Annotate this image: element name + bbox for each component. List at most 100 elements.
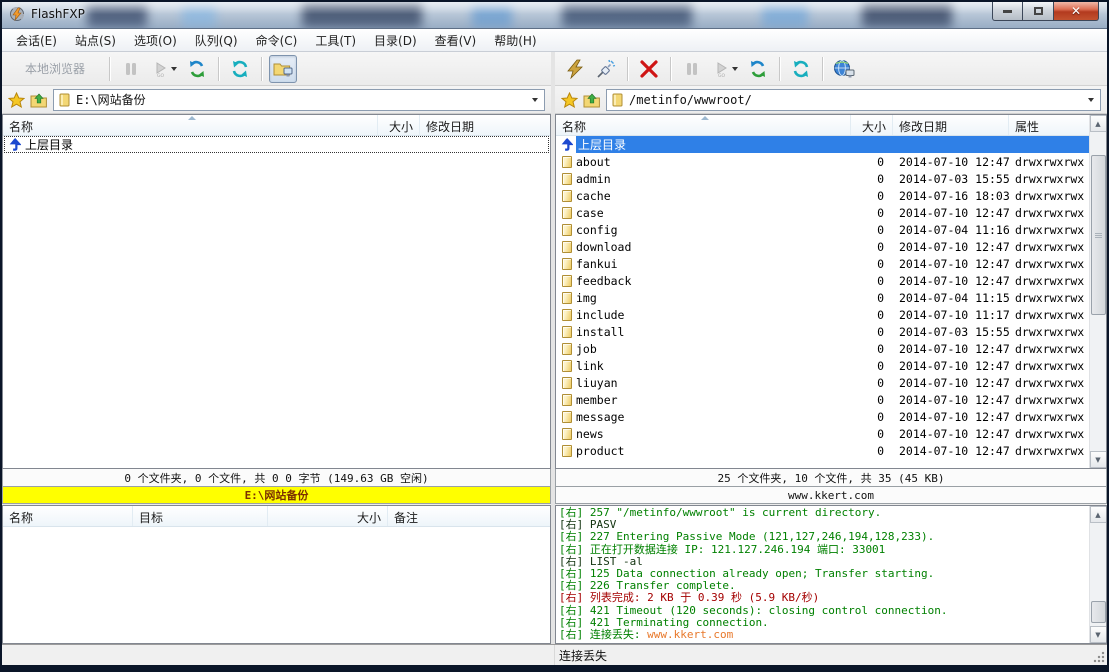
up-directory-icon bbox=[8, 138, 21, 151]
transfer-button[interactable] bbox=[744, 55, 772, 83]
pause-icon bbox=[122, 60, 140, 78]
parent-directory-row-selected[interactable]: 上层目录 bbox=[556, 136, 1089, 153]
remote-file-row[interactable]: news02014-07-10 12:47drwxrwxrwx bbox=[556, 425, 1089, 442]
remote-file-row[interactable]: include02014-07-10 11:17drwxrwxrwx bbox=[556, 306, 1089, 323]
folder-sync-toggle-button[interactable] bbox=[269, 55, 297, 83]
transfer-button[interactable] bbox=[183, 55, 211, 83]
file-name: link bbox=[576, 359, 604, 373]
sort-ascending-icon bbox=[701, 116, 709, 120]
local-browser-button[interactable]: 本地浏览器 bbox=[8, 55, 102, 83]
log-prefix: [右] bbox=[559, 616, 590, 629]
remote-file-row[interactable]: link02014-07-10 12:47drwxrwxrwx bbox=[556, 357, 1089, 374]
local-path-combobox[interactable]: E:\网站备份 bbox=[53, 89, 545, 111]
favorites-star-icon[interactable] bbox=[8, 92, 25, 108]
menu-item[interactable]: 帮助(H) bbox=[486, 30, 544, 51]
resize-grip[interactable] bbox=[1093, 651, 1105, 663]
column-header-size[interactable]: 大小 bbox=[851, 115, 893, 135]
folder-up-icon[interactable] bbox=[583, 92, 601, 108]
remote-path-combobox[interactable]: /metinfo/wwwroot/ bbox=[606, 89, 1101, 111]
svg-text:GO: GO bbox=[157, 73, 164, 78]
file-attributes: drwxrwxrwx bbox=[1009, 223, 1089, 237]
connect-button[interactable] bbox=[561, 55, 589, 83]
menu-item[interactable]: 工具(T) bbox=[307, 30, 364, 51]
remote-file-row[interactable]: fankui02014-07-10 12:47drwxrwxrwx bbox=[556, 255, 1089, 272]
queue-column-target[interactable]: 目标 bbox=[133, 506, 268, 526]
log-link[interactable]: www.kkert.com bbox=[647, 628, 733, 641]
file-name: download bbox=[576, 240, 631, 254]
maximize-button[interactable] bbox=[1023, 2, 1054, 21]
file-attributes: drwxrwxrwx bbox=[1009, 444, 1089, 458]
menu-item[interactable]: 目录(D) bbox=[366, 30, 425, 51]
parent-directory-row[interactable]: 上层目录 bbox=[4, 136, 549, 153]
log-text: 连接丢失: bbox=[590, 628, 647, 641]
folder-icon bbox=[562, 343, 572, 355]
remote-file-row[interactable]: liuyan02014-07-10 12:47drwxrwxrwx bbox=[556, 374, 1089, 391]
column-header-attr[interactable]: 属性 bbox=[1009, 115, 1089, 135]
remote-file-row[interactable]: img02014-07-04 11:15drwxrwxrwx bbox=[556, 289, 1089, 306]
log-scrollbar[interactable]: ▲ ▼ bbox=[1089, 506, 1106, 643]
title-bar[interactable]: FlashFXP ✕ bbox=[2, 2, 1107, 29]
file-name: install bbox=[576, 325, 624, 339]
folder-up-icon[interactable] bbox=[30, 92, 48, 108]
remote-file-row[interactable]: download02014-07-10 12:47drwxrwxrwx bbox=[556, 238, 1089, 255]
queue-column-size[interactable]: 大小 bbox=[268, 506, 388, 526]
remote-host-text: www.kkert.com bbox=[788, 489, 874, 502]
remote-file-row[interactable]: job02014-07-10 12:47drwxrwxrwx bbox=[556, 340, 1089, 357]
quick-connect-button[interactable] bbox=[592, 55, 620, 83]
file-name: include bbox=[576, 308, 624, 322]
file-size: 0 bbox=[851, 172, 893, 186]
scroll-down-button[interactable]: ▼ bbox=[1090, 451, 1107, 468]
log-text: 列表完成: 2 KB 于 0.39 秒 (5.9 KB/秒) bbox=[590, 591, 819, 604]
file-name: cache bbox=[576, 189, 611, 203]
scroll-down-button[interactable]: ▼ bbox=[1090, 626, 1107, 643]
pause-queue-button[interactable] bbox=[678, 55, 706, 83]
scrollbar-thumb[interactable] bbox=[1091, 601, 1106, 623]
queue-column-note[interactable]: 备注 bbox=[388, 506, 550, 526]
remote-file-row[interactable]: about02014-07-10 12:47drwxrwxrwx bbox=[556, 153, 1089, 170]
transfer-arrows-icon bbox=[748, 59, 768, 79]
menu-item[interactable]: 查看(V) bbox=[427, 30, 485, 51]
start-queue-button[interactable]: GO bbox=[148, 55, 180, 83]
column-header-size[interactable]: 大小 bbox=[378, 115, 420, 135]
menu-item[interactable]: 站点(S) bbox=[67, 30, 124, 51]
menu-item[interactable]: 会话(E) bbox=[8, 30, 65, 51]
log-prefix: [右] bbox=[559, 591, 590, 604]
remote-file-row[interactable]: cache02014-07-16 18:03drwxrwxrwx bbox=[556, 187, 1089, 204]
remote-file-row[interactable]: case02014-07-10 12:47drwxrwxrwx bbox=[556, 204, 1089, 221]
remote-file-row[interactable]: config02014-07-04 11:16drwxrwxrwx bbox=[556, 221, 1089, 238]
remote-file-row[interactable]: product02014-07-10 12:47drwxrwxrwx bbox=[556, 442, 1089, 459]
close-button[interactable]: ✕ bbox=[1054, 2, 1099, 21]
file-size: 0 bbox=[851, 325, 893, 339]
scroll-up-button[interactable]: ▲ bbox=[1090, 506, 1107, 523]
refresh-button[interactable] bbox=[226, 55, 254, 83]
scroll-up-button[interactable]: ▲ bbox=[1090, 115, 1107, 132]
file-date: 2014-07-10 12:47 bbox=[893, 359, 1009, 373]
column-header-date[interactable]: 修改日期 bbox=[420, 115, 550, 135]
remote-list-scrollbar[interactable]: ▲ ▼ bbox=[1089, 115, 1106, 468]
remote-file-row[interactable]: install02014-07-03 15:55drwxrwxrwx bbox=[556, 323, 1089, 340]
titlebar-glass-overlay bbox=[2, 2, 1107, 28]
log-prefix: [右] bbox=[559, 604, 590, 617]
site-browser-button[interactable] bbox=[830, 55, 858, 83]
menu-item[interactable]: 选项(O) bbox=[126, 30, 185, 51]
menu-item[interactable]: 命令(C) bbox=[248, 30, 306, 51]
menu-item[interactable]: 队列(Q) bbox=[187, 30, 246, 51]
remote-file-row[interactable]: feedback02014-07-10 12:47drwxrwxrwx bbox=[556, 272, 1089, 289]
folder-icon bbox=[562, 360, 572, 372]
disconnect-button[interactable] bbox=[635, 55, 663, 83]
combo-dropdown-button[interactable] bbox=[1082, 91, 1098, 109]
combo-dropdown-button[interactable] bbox=[526, 91, 542, 109]
pause-queue-button[interactable] bbox=[117, 55, 145, 83]
column-header-date[interactable]: 修改日期 bbox=[893, 115, 1009, 135]
file-name: product bbox=[576, 444, 624, 458]
remote-file-row[interactable]: message02014-07-10 12:47drwxrwxrwx bbox=[556, 408, 1089, 425]
start-queue-button[interactable]: GO bbox=[709, 55, 741, 83]
log-prefix: [右] bbox=[559, 628, 590, 641]
scrollbar-thumb[interactable] bbox=[1091, 155, 1106, 315]
minimize-button[interactable] bbox=[992, 2, 1023, 21]
remote-file-row[interactable]: admin02014-07-03 15:55drwxrwxrwx bbox=[556, 170, 1089, 187]
queue-column-name[interactable]: 名称 bbox=[3, 506, 133, 526]
refresh-button[interactable] bbox=[787, 55, 815, 83]
remote-file-row[interactable]: member02014-07-10 12:47drwxrwxrwx bbox=[556, 391, 1089, 408]
favorites-star-icon[interactable] bbox=[561, 92, 578, 108]
